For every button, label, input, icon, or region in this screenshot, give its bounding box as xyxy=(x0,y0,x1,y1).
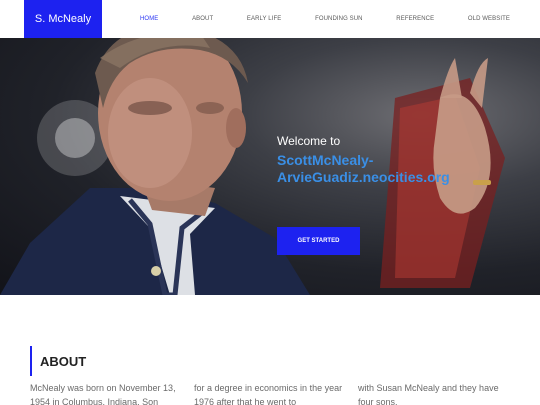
about-column-1: McNealy was born on November 13, 1954 in… xyxy=(30,383,176,405)
hero-section: Welcome to ScottMcNealy-ArvieGuadiz.neoc… xyxy=(0,38,540,295)
nav-founding-sun[interactable]: FOUNDING SUN xyxy=(315,16,363,22)
nav-reference[interactable]: REFERENCE xyxy=(396,16,434,22)
about-heading: ABOUT xyxy=(30,346,86,376)
nav-early-life[interactable]: EARLY LIFE xyxy=(247,16,281,22)
about-column-3: with Susan McNealy and they have four so… xyxy=(358,383,499,405)
nav-about[interactable]: ABOUT xyxy=(192,16,213,22)
get-started-button[interactable]: GET STARTED xyxy=(277,227,360,255)
nav-home[interactable]: HOME xyxy=(140,16,158,22)
site-header: S. McNealy HOME ABOUT EARLY LIFE FOUNDIN… xyxy=(0,0,540,38)
hero-welcome-text: Welcome to xyxy=(277,134,341,148)
nav-old-website[interactable]: OLD WEBSITE xyxy=(468,16,510,22)
about-column-2: for a degree in economics in the year 19… xyxy=(194,383,343,405)
brand-logo[interactable]: S. McNealy xyxy=(24,0,102,38)
main-nav: HOME ABOUT EARLY LIFE FOUNDING SUN REFER… xyxy=(140,0,510,38)
hero-site-name: ScottMcNealy-ArvieGuadiz.neocities.org xyxy=(277,152,450,185)
